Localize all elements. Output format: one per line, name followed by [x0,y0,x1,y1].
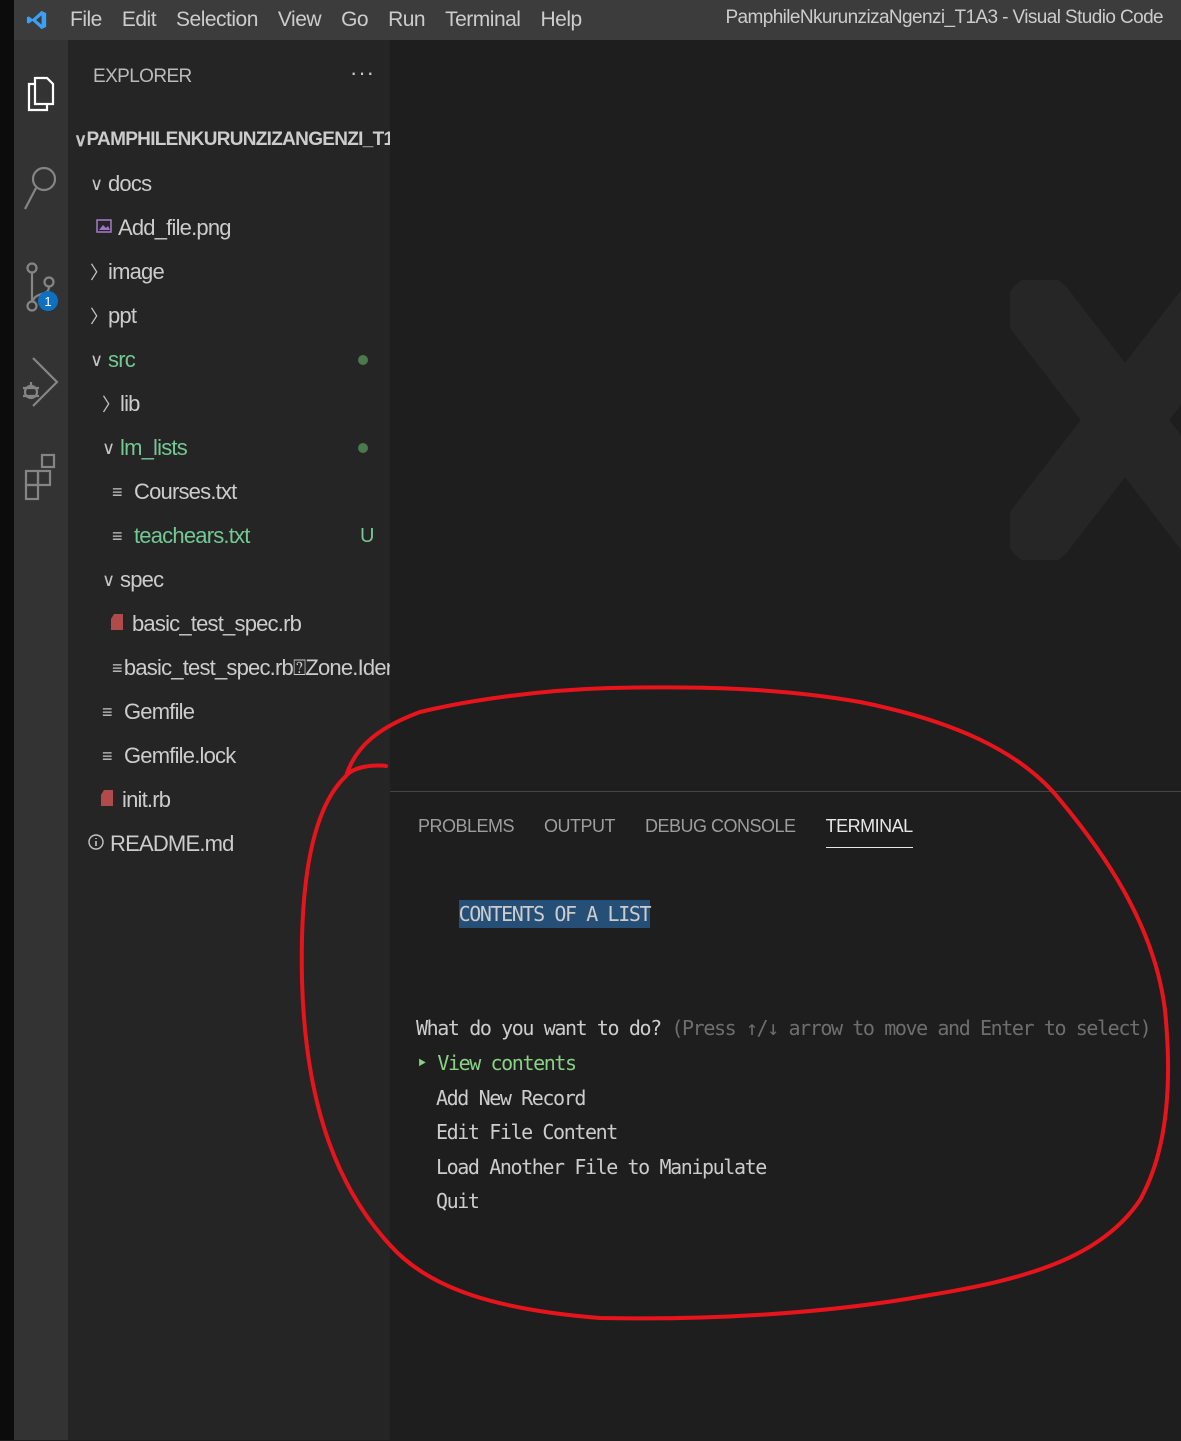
tree-item-courses-txt[interactable]: ≡ Courses.txt [68,470,434,514]
tree-item-label: spec [120,567,164,592]
tree-item-gemfile-lock[interactable]: ≡ Gemfile.lock [68,734,424,778]
run-debug-icon[interactable] [14,352,68,412]
menu-run[interactable]: Run [378,0,435,40]
tree-item-docs[interactable]: ∨ docs [68,162,412,206]
ruby-file-icon [100,789,122,812]
menu-option-quit[interactable]: Quit [436,1189,480,1213]
menu-option-view-contents[interactable]: ‣ View contents [416,1051,577,1075]
title-bar: File Edit Selection View Go Run Terminal… [14,0,1181,40]
tree-item-spec[interactable]: ∨ spec [68,558,424,602]
activity-bar: 1 [14,40,68,1440]
tab-terminal[interactable]: TERMINAL [825,816,913,848]
more-actions-button[interactable]: ··· [350,60,375,86]
tab-output[interactable]: OUTPUT [544,816,616,848]
tree-item-ppt[interactable]: 〉 ppt [68,294,412,338]
tree-item-label: init.rb [122,787,171,812]
chevron-right-icon: 〉 [90,307,108,327]
text-file-icon: ≡ [112,525,123,546]
image-file-icon [96,218,118,239]
modified-dot-icon [358,443,368,453]
tree-item-label: docs [108,171,152,196]
explorer-header: EXPLORER [93,66,192,87]
vscode-watermark-icon [1010,280,1181,560]
menu-edit[interactable]: Edit [112,0,166,40]
menu-go[interactable]: Go [331,0,378,40]
prompt-text: What do you want to do? [416,1016,662,1040]
tree-item-label: lib [120,391,140,416]
option-label: View contents [437,1051,577,1075]
menu-file[interactable]: File [60,0,112,40]
text-file-icon: ≡ [102,701,113,722]
text-file-icon: ≡ [112,481,123,502]
modified-dot-icon [358,355,368,365]
menu-selection[interactable]: Selection [166,0,268,40]
explorer-icon[interactable] [14,62,68,122]
panel-tabs: PROBLEMS OUTPUT DEBUG CONSOLE TERMINAL [418,816,943,848]
chevron-down-icon: ∨ [102,437,115,458]
info-icon [88,833,110,855]
tree-item-label: teachears.txt [134,523,250,548]
window-title: PamphileNkurunzizaNgenzi_T1A3 - Visual S… [725,7,1163,28]
tree-item-label: Gemfile.lock [124,743,236,768]
menu-option-edit-file[interactable]: Edit File Content [436,1120,618,1144]
tree-item-label: src [108,347,136,372]
tree-item-readme[interactable]: README.md [68,822,410,866]
terminal-heading[interactable]: CONTENTS OF A LIST [416,878,652,950]
text-file-icon: ≡ [102,745,113,766]
terminal-prompt-line: What do you want to do? (Press ↑/↓ arrow… [416,1016,1152,1040]
tree-item-label: lm_lists [120,435,188,460]
tree-item-src[interactable]: ∨ src [68,338,412,382]
ruby-file-icon [110,613,132,636]
tree-item-init-rb[interactable]: init.rb [68,778,422,822]
tree-item-basic-test-spec[interactable]: basic_test_spec.rb [68,602,432,646]
tab-problems[interactable]: PROBLEMS [418,816,515,848]
selected-text: CONTENTS OF A LIST [458,900,652,928]
tree-item-add-file-png[interactable]: Add_file.png [68,206,418,250]
chevron-right-icon: 〉 [102,395,120,415]
tree-item-teachears-txt[interactable]: ≡ teachears.txt U [68,514,434,558]
chevron-down-icon: ∨ [90,173,103,194]
tree-item-label: Add_file.png [118,215,232,240]
chevron-down-icon: ∨ [102,569,115,590]
menu-terminal[interactable]: Terminal [435,0,530,40]
search-icon[interactable] [14,158,68,218]
workspace-root[interactable]: ∨ PAMPHILENKURUNZIZANGENZI_T1A3 [68,118,417,162]
menu-option-load-file[interactable]: Load Another File to Manipulate [436,1155,767,1179]
editor-area [390,40,1181,791]
tree-item-lm-lists[interactable]: ∨ lm_lists [68,426,424,470]
menu-bar: File Edit Selection View Go Run Terminal… [60,0,592,40]
bottom-panel: PROBLEMS OUTPUT DEBUG CONSOLE TERMINAL C… [390,791,1181,1441]
menu-help[interactable]: Help [530,0,591,40]
tree-item-label: basic_test_spec.rb [132,611,302,636]
scm-badge: 1 [38,291,58,311]
tab-debug-console[interactable]: DEBUG CONSOLE [645,816,796,848]
tree-item-lib[interactable]: 〉 lib [68,382,424,426]
tree-item-image[interactable]: 〉 image [68,250,412,294]
workspace-root-label: PAMPHILENKURUNZIZANGENZI_T1A3 [86,129,417,150]
vscode-logo-icon [14,0,60,40]
tree-item-label: ppt [108,303,137,328]
tree-item-label: Gemfile [124,699,195,724]
menu-option-add-record[interactable]: Add New Record [436,1086,586,1110]
explorer-sidebar: EXPLORER ··· ∨ PAMPHILENKURUNZIZANGENZI_… [68,40,435,1440]
background-strip [0,0,14,1440]
extensions-icon[interactable] [14,448,68,508]
chevron-down-icon: ∨ [74,129,87,150]
prompt-hint: (Press ↑/↓ arrow to move and Enter to se… [660,1016,1151,1040]
tree-item-label: basic_test_spec.rb⍰Zone.Identifier [123,655,435,680]
untracked-status: U [360,524,374,547]
tree-item-label: README.md [110,831,234,856]
tree-item-zone-identifier[interactable]: ≡ basic_test_spec.rb⍰Zone.Identifier [68,646,435,690]
tree-item-label: image [108,259,165,284]
chevron-down-icon: ∨ [90,349,103,370]
tree-item-label: Courses.txt [134,479,237,504]
tree-item-gemfile[interactable]: ≡ Gemfile [68,690,424,734]
chevron-right-icon: 〉 [90,263,108,283]
menu-view[interactable]: View [268,0,331,40]
text-file-icon: ≡ [112,657,122,678]
pointer-icon: ‣ [416,1051,428,1075]
